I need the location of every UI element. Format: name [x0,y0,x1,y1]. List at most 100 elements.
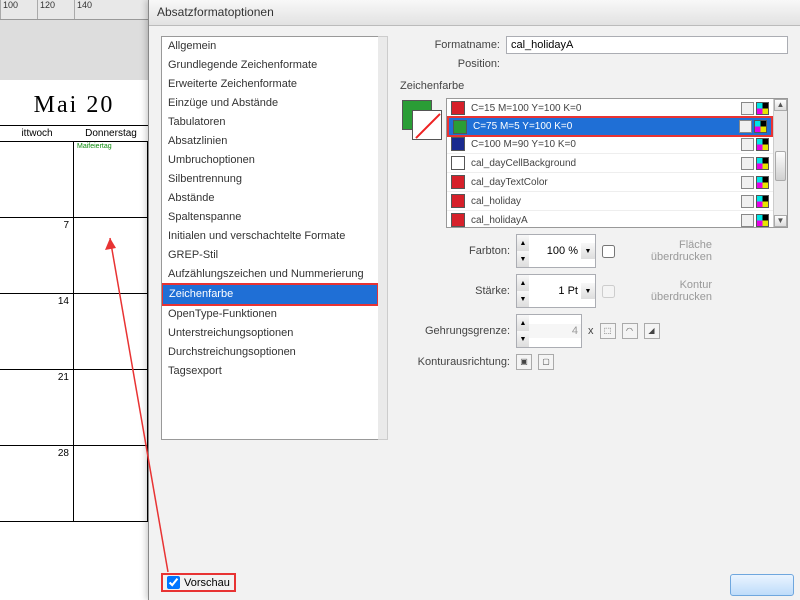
category-item[interactable]: Silbentrennung [162,170,378,189]
ok-button[interactable] [730,574,794,596]
calendar-cell [74,370,148,445]
calendar-cell: 21 [0,370,74,445]
scroll-up-icon[interactable]: ▲ [774,99,787,111]
ruler-tick: 140 [74,0,111,19]
dropdown-icon[interactable]: ▼ [581,243,595,259]
weight-label: Stärke: [400,285,510,297]
pasteboard [0,20,148,80]
category-list[interactable]: AllgemeinGrundlegende ZeichenformateErwe… [161,36,379,440]
spot-process-icon [741,102,754,115]
category-item[interactable]: Erweiterte Zeichenformate [162,75,378,94]
align-center-icon[interactable]: ▣ [516,354,532,370]
swatch-row[interactable]: cal_dayTextColor [447,173,773,192]
category-item[interactable]: Tagsexport [162,362,378,381]
calendar-cell: 14 [0,294,74,369]
cmyk-icon [756,195,769,208]
calendar-month: Mai 20 [0,80,148,125]
swatch-name: cal_holidayA [471,215,735,226]
swatch-row[interactable]: cal_holidayA [447,211,773,228]
weekday-label: Donnerstag [74,126,148,141]
category-item[interactable]: Zeichenfarbe [161,283,379,306]
swatch-row[interactable]: cal_holiday [447,192,773,211]
category-item[interactable]: Durchstreichungsoptionen [162,343,378,362]
weight-input[interactable] [529,284,581,298]
category-item[interactable]: Umbruchoptionen [162,151,378,170]
category-item[interactable]: OpenType-Funktionen [162,305,378,324]
preview-checkbox[interactable]: Vorschau [161,573,236,592]
dialog-title: Absatzformatoptionen [149,0,800,26]
spot-process-icon [741,138,754,151]
category-item[interactable]: Unterstreichungsoptionen [162,324,378,343]
spin-up-icon: ▲ [517,315,529,331]
cmyk-icon [756,176,769,189]
calendar-cell [0,142,74,217]
swatch-list[interactable]: C=15 M=100 Y=100 K=0 C=75 M=5 Y=100 K=0 C=… [446,98,788,228]
ruler-tick: 120 [37,0,74,19]
swatch-row[interactable]: C=100 M=90 Y=10 K=0 [447,135,773,154]
tint-input[interactable] [529,244,581,258]
category-item[interactable]: Abstände [162,189,378,208]
formatname-input[interactable] [506,36,788,54]
swatch-chip [451,137,465,151]
scroll-thumb[interactable] [775,151,786,181]
calendar-cell [74,218,148,293]
formatname-label: Formatname: [400,39,500,51]
spin-down-icon: ▼ [517,331,529,347]
align-inside-icon[interactable]: ▢ [538,354,554,370]
preview-check-input[interactable] [167,576,180,589]
dropdown-icon[interactable]: ▼ [581,283,595,299]
holiday-text: Maifeiertag [77,143,112,150]
category-item[interactable]: Initialen und verschachtelte Formate [162,227,378,246]
join-round-icon[interactable]: ◠ [622,323,638,339]
category-item[interactable]: GREP-Stil [162,246,378,265]
position-label: Position: [400,58,500,70]
category-item[interactable]: Tabulatoren [162,113,378,132]
calendar-cell: Maifeiertag [74,142,148,217]
tint-spinner[interactable]: ▲▼ ▼ [516,234,596,268]
calendar-cell [74,294,148,369]
category-item[interactable]: Allgemein [162,37,378,56]
right-panel: Formatname: Position: Zeichenfarbe C=15 … [400,36,788,556]
miter-input [529,324,581,338]
miter-label: Gehrungsgrenze: [400,325,510,337]
swatch-chip [451,194,465,208]
overprint-fill-check[interactable]: Fläche überdrucken [602,239,712,263]
scrollbar[interactable] [378,36,388,440]
category-item[interactable]: Grundlegende Zeichenformate [162,56,378,75]
cmyk-icon [754,120,767,133]
swatch-chip [451,156,465,170]
calendar-row: Maifeiertag [0,142,148,218]
spin-up-icon[interactable]: ▲ [517,275,529,291]
fill-stroke-proxy[interactable] [400,98,438,136]
category-item[interactable]: Spaltenspanne [162,208,378,227]
weight-spinner[interactable]: ▲▼ ▼ [516,274,596,308]
swatch-name: C=15 M=100 Y=100 K=0 [471,103,735,114]
spin-down-icon[interactable]: ▼ [517,291,529,307]
join-bevel-icon[interactable]: ◢ [644,323,660,339]
swatch-scrollbar[interactable]: ▲ ▼ [773,99,787,227]
tint-label: Farbton: [400,245,510,257]
section-title: Zeichenfarbe [400,80,788,92]
ruler-tick: 100 [0,0,37,19]
swatch-name: cal_dayTextColor [471,177,735,188]
category-item[interactable]: Einzüge und Abstände [162,94,378,113]
category-item[interactable]: Aufzählungszeichen und Nummerierung [162,265,378,284]
calendar-cell [74,446,148,521]
spin-down-icon[interactable]: ▼ [517,251,529,267]
swatch-row[interactable]: C=75 M=5 Y=100 K=0 [447,116,773,137]
join-miter-icon[interactable]: ⬚ [600,323,616,339]
stroke-swatch[interactable] [412,110,442,140]
weekday-label: ittwoch [0,126,74,141]
category-item[interactable]: Absatzlinien [162,132,378,151]
calendar-background: Mai 20 ittwoch Donnerstag Maifeiertag 7 … [0,20,148,600]
spin-up-icon[interactable]: ▲ [517,235,529,251]
swatch-row[interactable]: cal_dayCellBackground [447,154,773,173]
paragraph-style-options-dialog: Absatzformatoptionen AllgemeinGrundlegen… [148,0,800,600]
preview-label: Vorschau [184,577,230,589]
spot-process-icon [741,176,754,189]
swatch-chip [453,120,467,134]
swatch-name: C=100 M=90 Y=10 K=0 [471,139,735,150]
scroll-down-icon[interactable]: ▼ [774,215,787,227]
swatch-name: cal_dayCellBackground [471,158,735,169]
calendar-cell: 28 [0,446,74,521]
